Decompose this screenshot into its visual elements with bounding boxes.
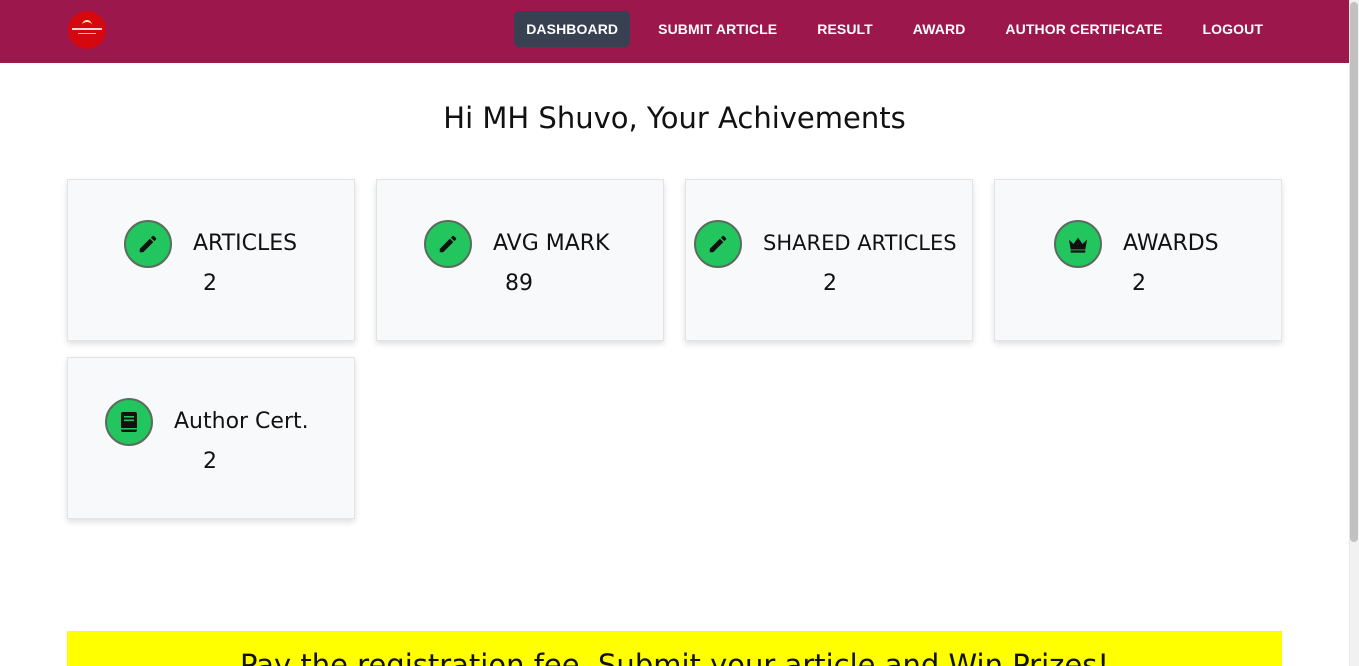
pencil-icon (424, 220, 472, 268)
banner-text: Pay the registration fee, Submit your ar… (240, 648, 1109, 666)
card-avg-mark: AVG MARK 89 (376, 179, 664, 341)
scrollbar-thumb[interactable] (1350, 2, 1358, 542)
pencil-icon (694, 220, 742, 268)
nav-award[interactable]: AWARD (893, 11, 986, 47)
card-author-cert: Author Cert. 2 (67, 357, 355, 519)
card-label: ARTICLES (193, 231, 298, 256)
logo-mark (82, 20, 92, 26)
card-label: AWARDS (1123, 231, 1219, 256)
nav-logout[interactable]: LOGOUT (1183, 11, 1283, 47)
card-label: Author Cert. (174, 409, 309, 434)
card-value: 2 (1132, 271, 1146, 296)
card-value: 2 (823, 271, 837, 296)
logo-tagline (78, 33, 96, 34)
scrollbar[interactable] (1349, 0, 1359, 666)
card-awards: AWARDS 2 (994, 179, 1282, 341)
card-label: AVG MARK (493, 231, 610, 256)
card-label: SHARED ARTICLES (763, 231, 957, 255)
card-articles: ARTICLES 2 (67, 179, 355, 341)
card-value: 2 (203, 271, 217, 296)
nav-dashboard[interactable]: DASHBOARD (514, 11, 631, 47)
nav-submit-article[interactable]: SUBMIT ARTICLE (638, 11, 797, 47)
logo-wordmark (72, 28, 102, 30)
page-title: Hi MH Shuvo, Your Achivements (443, 101, 906, 135)
crown-icon (1054, 220, 1102, 268)
nav-menu: DASHBOARD SUBMIT ARTICLE RESULT AWARD AU… (514, 11, 1283, 47)
navbar: DASHBOARD SUBMIT ARTICLE RESULT AWARD AU… (0, 0, 1349, 63)
promo-banner: Pay the registration fee, Submit your ar… (67, 631, 1282, 666)
nav-result[interactable]: RESULT (797, 11, 893, 47)
card-value: 2 (203, 449, 217, 474)
card-shared-articles: SHARED ARTICLES 2 (685, 179, 973, 341)
nav-author-certificate[interactable]: AUTHOR CERTIFICATE (985, 11, 1182, 47)
book-icon (105, 398, 153, 446)
pencil-icon (124, 220, 172, 268)
page: DASHBOARD SUBMIT ARTICLE RESULT AWARD AU… (0, 0, 1359, 666)
card-value: 89 (505, 271, 533, 296)
site-logo[interactable] (68, 11, 106, 49)
